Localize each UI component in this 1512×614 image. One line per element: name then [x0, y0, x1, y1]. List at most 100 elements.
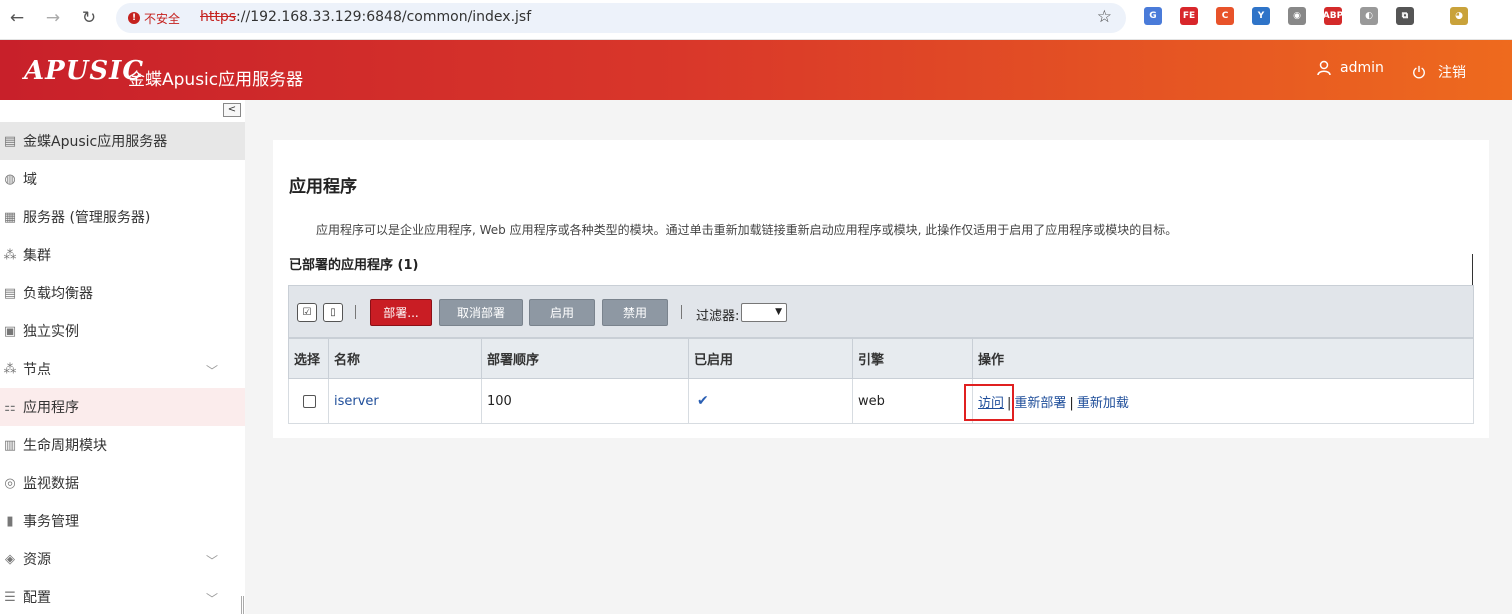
sidebar-item[interactable]: ▤ 负载均衡器 — [0, 274, 245, 312]
power-icon — [1413, 65, 1425, 79]
abp-ext-icon[interactable]: ABP — [1323, 7, 1343, 25]
enabled-check-icon: ✔ — [697, 393, 709, 409]
sidebar-item-icon: ◈ — [5, 551, 15, 567]
chevron-down-icon[interactable]: ﹀ — [206, 552, 218, 569]
sidebar-item-icon: ⁂ — [3, 361, 17, 377]
undeploy-button[interactable]: 取消部署 — [439, 299, 523, 326]
forward-icon[interactable]: → — [41, 6, 65, 30]
enable-button[interactable]: 启用 — [529, 299, 595, 326]
user-menu[interactable]: admin — [1316, 60, 1384, 76]
extensions-icon[interactable]: ⧉ — [1396, 7, 1414, 25]
bookmark-star-icon[interactable]: ☆ — [1097, 7, 1112, 27]
column-header: 选择 — [288, 338, 329, 379]
page-title: 应用程序 — [289, 177, 357, 197]
row-checkbox[interactable] — [303, 394, 316, 408]
engine-cell: web — [852, 378, 973, 424]
sidebar-item-label: 资源 — [23, 552, 51, 568]
sidebar-item[interactable]: ◍ 域 — [0, 160, 245, 198]
column-header[interactable]: 部署顺序 — [481, 338, 689, 379]
back-icon[interactable]: ← — [5, 6, 29, 30]
warning-icon: ! — [128, 12, 140, 24]
logout-button[interactable]: 注销 — [1412, 62, 1466, 82]
url-text[interactable]: https://192.168.33.129:6848/common/index… — [200, 9, 531, 25]
sidebar-item-label: 金蝶Apusic应用服务器 — [23, 134, 168, 150]
y-ext-icon[interactable]: Y — [1252, 7, 1270, 25]
column-header: 操作 — [972, 338, 1474, 379]
sidebar-item[interactable]: ⚏ 应用程序 — [0, 388, 245, 426]
profile-avatar-icon[interactable]: ◕ — [1450, 7, 1468, 25]
filter-select[interactable]: ▼ — [741, 303, 787, 322]
sidebar-item[interactable]: ☰ 配置 ﹀ — [0, 578, 245, 614]
apusic-logo: APUSIC — [24, 56, 145, 86]
puzzle-ext-icon[interactable]: ◐ — [1360, 7, 1378, 25]
column-header[interactable]: 引擎 — [852, 338, 973, 379]
chevron-down-icon[interactable]: ﹀ — [206, 362, 218, 379]
app-title: 金蝶Apusic应用服务器 — [128, 70, 304, 90]
sidebar-item[interactable]: ◎ 监视数据 — [0, 464, 245, 502]
page-description: 应用程序可以是企业应用程序, Web 应用程序或各种类型的模块。通过单击重新加载… — [316, 223, 1178, 237]
sidebar-item-label: 独立实例 — [23, 324, 79, 340]
translate-ext-icon[interactable]: G — [1144, 7, 1162, 25]
sidebar-item-label: 集群 — [23, 248, 51, 264]
sidebar-item-label: 负载均衡器 — [23, 286, 93, 302]
security-indicator[interactable]: ! 不安全 — [124, 7, 188, 29]
disable-button[interactable]: 禁用 — [602, 299, 668, 326]
table-header-row: 选择 名称 部署顺序 已启用 引擎 操作 — [288, 338, 1474, 379]
browser-toolbar: ← → ↻ ! 不安全 https://192.168.33.129:6848/… — [0, 0, 1512, 40]
sidebar-item[interactable]: ⁂ 节点 ﹀ — [0, 350, 245, 388]
resize-handle[interactable] — [241, 596, 244, 614]
toolbar-separator — [355, 305, 356, 319]
actions-cell: 访问 | 重新部署 | 重新加载 — [964, 378, 1474, 424]
content-panel: 应用程序 应用程序可以是企业应用程序, Web 应用程序或各种类型的模块。通过单… — [273, 140, 1489, 438]
address-bar[interactable]: ! 不安全 https://192.168.33.129:6848/common… — [116, 3, 1126, 33]
app-header: APUSIC 金蝶Apusic应用服务器 admin 注销 — [0, 40, 1512, 100]
sidebar-item-icon: ⚏ — [4, 399, 16, 415]
table-row: iserver 100 ✔ web 访问 | 重新部署 | 重新加载 — [288, 378, 1474, 424]
user-icon — [1317, 60, 1331, 76]
sidebar-item-icon: ◎ — [4, 475, 16, 491]
collapse-sidebar-icon[interactable]: < — [223, 103, 241, 117]
reload-link[interactable]: 重新加载 — [1077, 396, 1129, 411]
enabled-cell: ✔ — [688, 378, 853, 424]
sidebar-item-icon: ▣ — [3, 323, 17, 339]
deselect-all-icon[interactable]: ▯ — [323, 303, 343, 322]
sidebar-item-label: 生命周期模块 — [23, 438, 107, 454]
sidebar-item[interactable]: ◈ 资源 ﹀ — [0, 540, 245, 578]
sidebar-item-label: 服务器 (管理服务器) — [23, 210, 151, 226]
sidebar-item[interactable]: ▦ 服务器 (管理服务器) — [0, 198, 245, 236]
sidebar-item-icon: ▤ — [3, 133, 17, 149]
chevron-down-icon[interactable]: ﹀ — [206, 590, 218, 607]
sidebar-item[interactable]: ▥ 生命周期模块 — [0, 426, 245, 464]
sidebar-item-icon: ▤ — [3, 285, 17, 301]
sidebar-item-icon: ▮ — [6, 513, 14, 529]
sidebar-item[interactable]: ▤ 金蝶Apusic应用服务器 — [0, 122, 245, 160]
sidebar-item[interactable]: ⁂ 集群 — [0, 236, 245, 274]
toolbar-separator — [681, 305, 682, 319]
select-all-icon[interactable]: ☑ — [297, 303, 317, 322]
table-title: 已部署的应用程序 (1) — [289, 258, 419, 273]
logout-label: 注销 — [1438, 65, 1466, 81]
sidebar-item-icon: ◍ — [4, 171, 16, 187]
table-toolbar: ☑ ▯ 部署... 取消部署 启用 禁用 过滤器: ▼ — [288, 285, 1474, 338]
deploy-button[interactable]: 部署... — [370, 299, 432, 326]
sidebar-item-label: 事务管理 — [23, 514, 79, 530]
redeploy-link[interactable]: 重新部署 — [1014, 396, 1066, 411]
c-ext-icon[interactable]: C — [1216, 7, 1234, 25]
sidebar-item[interactable]: ▣ 独立实例 — [0, 312, 245, 350]
app-name-link[interactable]: iserver — [334, 394, 379, 409]
select-cell — [288, 378, 329, 424]
order-cell: 100 — [481, 378, 689, 424]
highlight-box — [964, 384, 1014, 421]
sidebar-item-label: 节点 — [23, 362, 51, 378]
sidebar-item-label: 应用程序 — [23, 400, 79, 416]
column-header[interactable]: 名称 — [328, 338, 482, 379]
sidebar-item[interactable]: ▮ 事务管理 — [0, 502, 245, 540]
fe-ext-icon[interactable]: FE — [1180, 7, 1198, 25]
applications-table: 选择 名称 部署顺序 已启用 引擎 操作 iserver 100 ✔ web 访… — [288, 338, 1474, 424]
sidebar: < ▤ 金蝶Apusic应用服务器 ◍ 域 ▦ 服务器 (管理服务器) ⁂ 集群 ▤ 负载均衡器 ▣… — [0, 100, 245, 614]
sidebar-item-icon: ⁂ — [3, 247, 17, 263]
reload-icon[interactable]: ↻ — [77, 6, 101, 30]
column-header[interactable]: 已启用 — [688, 338, 853, 379]
name-cell: iserver — [328, 378, 482, 424]
camera-ext-icon[interactable]: ◉ — [1288, 7, 1306, 25]
